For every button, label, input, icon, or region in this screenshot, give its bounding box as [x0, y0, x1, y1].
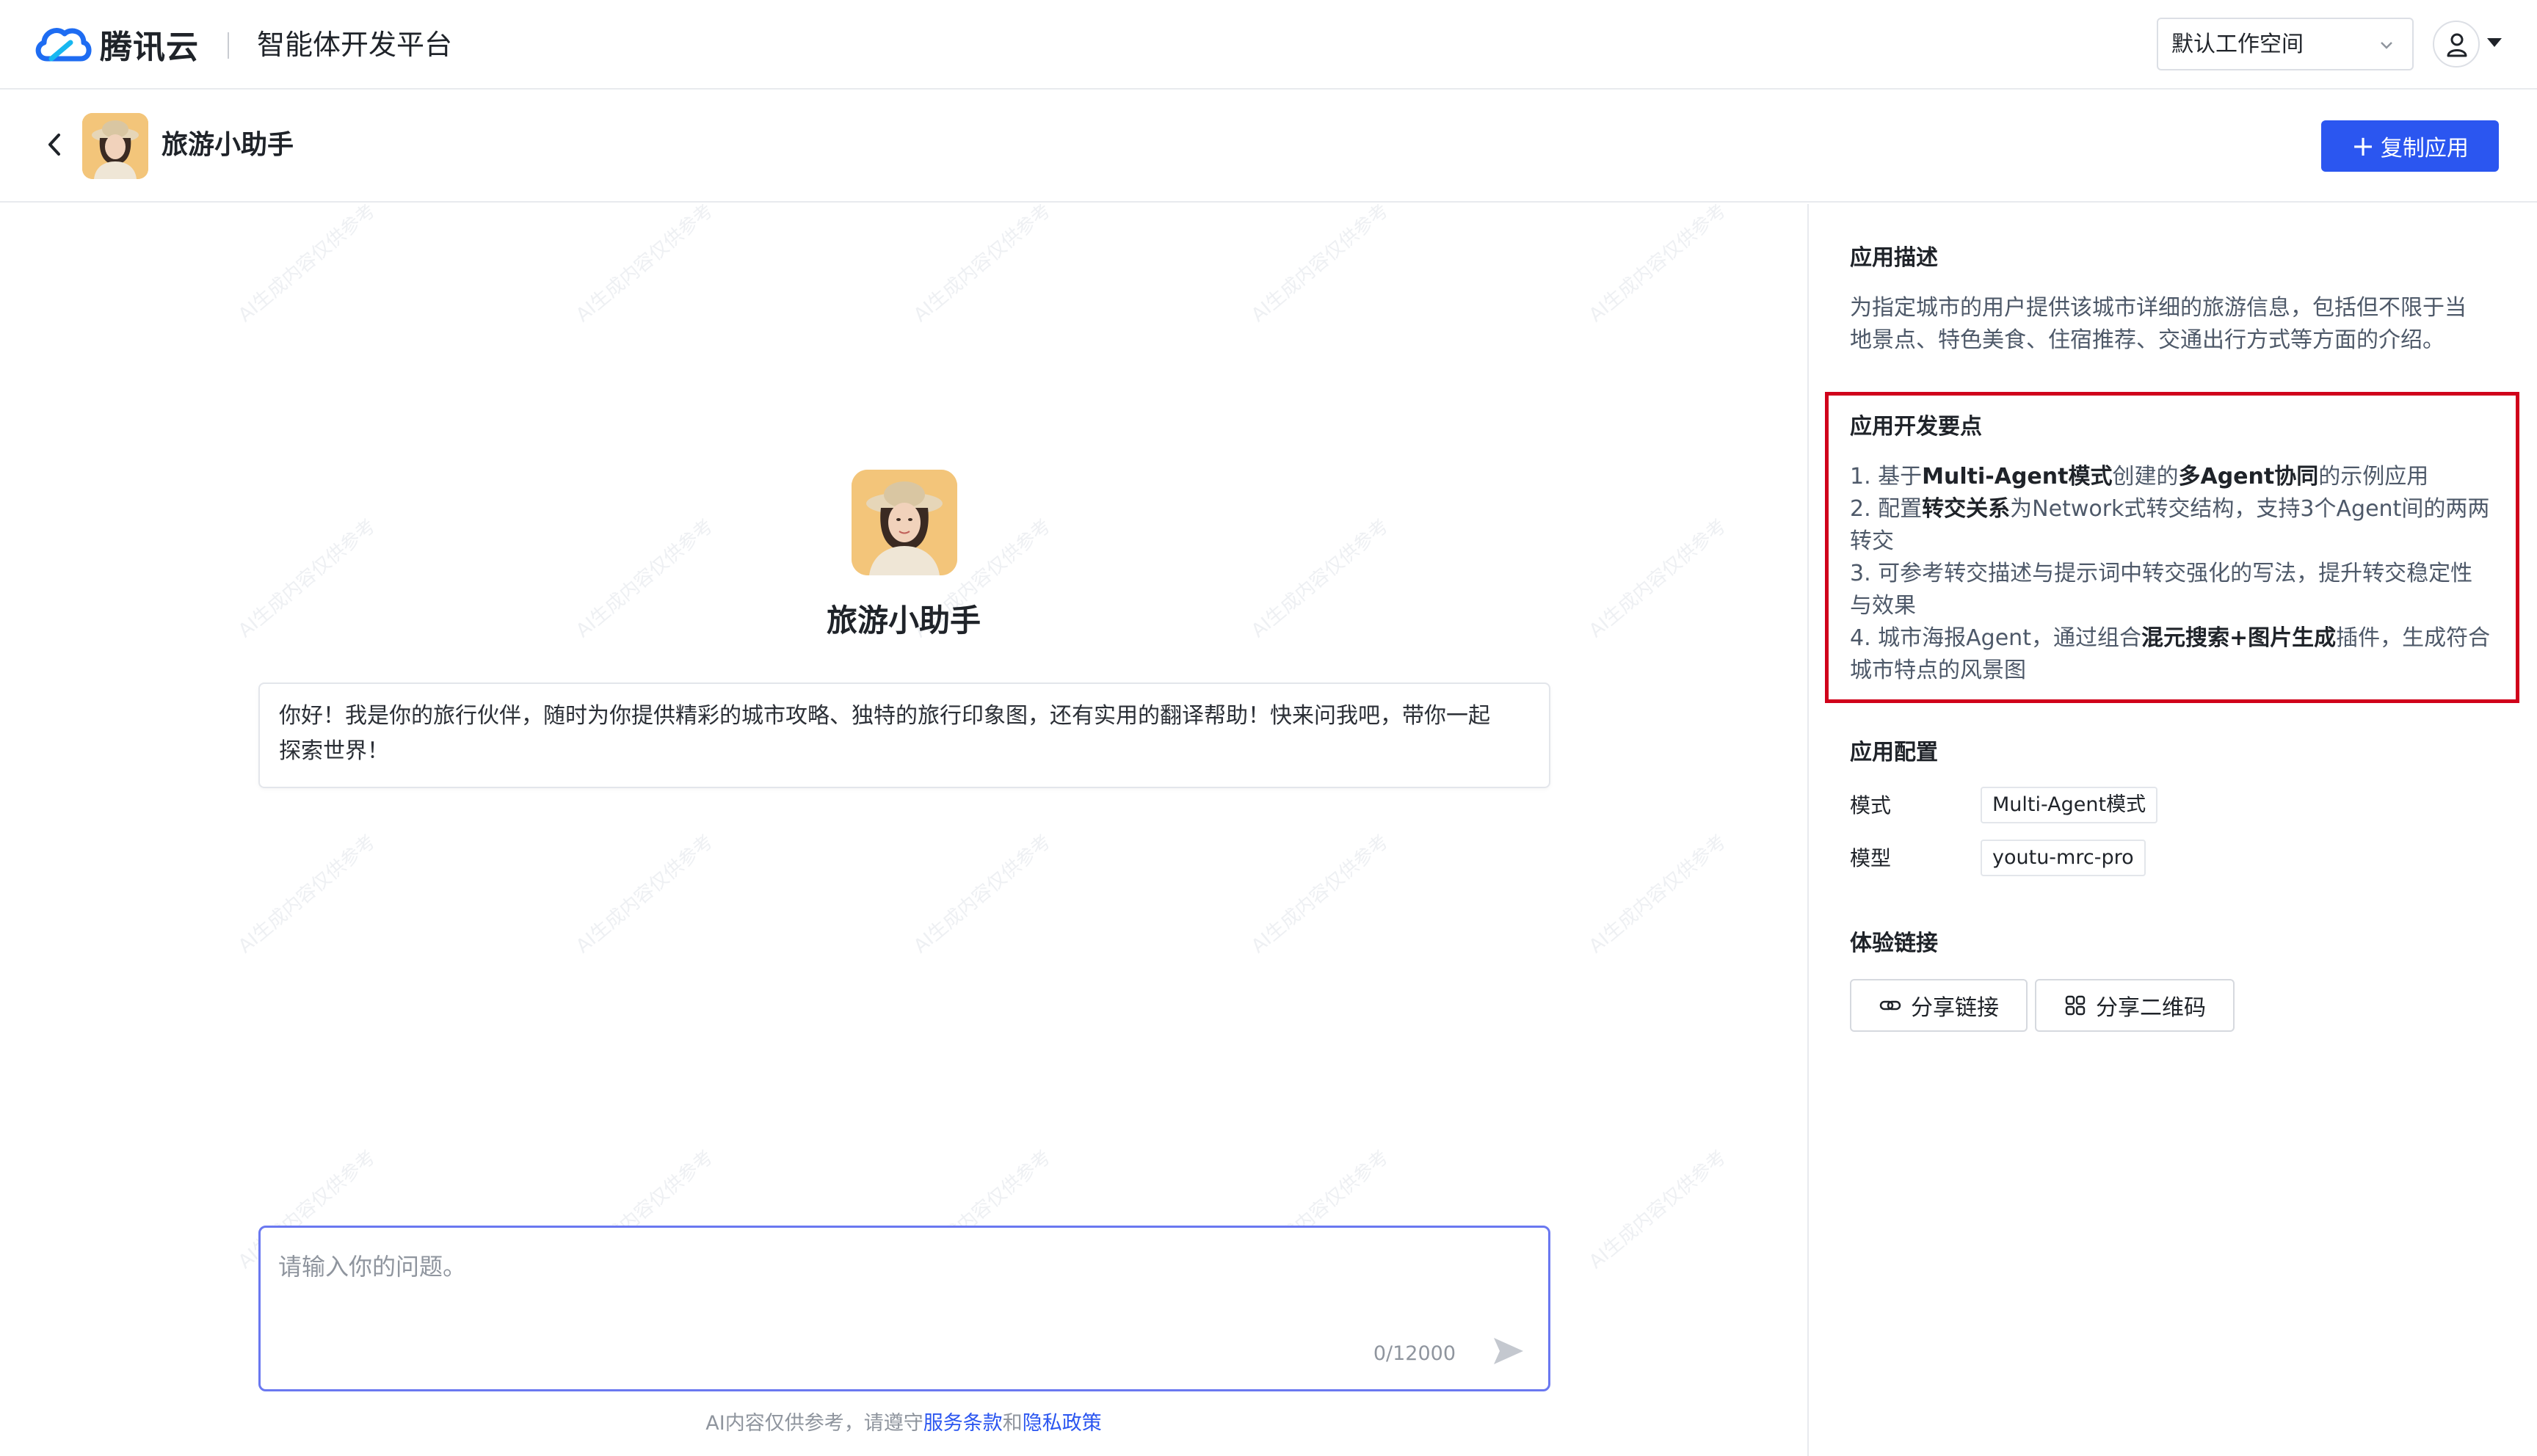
- config-mode-value: Multi-Agent模式: [1981, 787, 2158, 823]
- user-icon: [2447, 33, 2467, 57]
- question-input-placeholder: 请输入你的问题。: [278, 1253, 467, 1281]
- dev-point-4: 4. 城市海报Agent，通过组合混元搜索+图片生成插件，生成符合: [1850, 625, 2491, 651]
- watermark-text: AI生成内容仅供参考: [1247, 204, 1393, 327]
- watermark-text: AI生成内容仅供参考: [910, 204, 1056, 327]
- watermark-text: AI生成内容仅供参考: [910, 830, 1056, 958]
- dev-points-list: 1. 基于Multi-Agent模式创建的多Agent协同的示例应用 2. 配置…: [1850, 461, 2503, 687]
- description-line-2: 地景点、特色美食、住宿推荐、交通出行方式等方面的介绍。: [1850, 327, 2445, 353]
- watermark-text: AI生成内容仅供参考: [1585, 204, 1731, 327]
- question-input[interactable]: 请输入你的问题。 0/12000: [258, 1226, 1550, 1391]
- config-model-value: youtu-mrc-pro: [1981, 840, 2146, 876]
- header-divider: [228, 32, 229, 59]
- greeting-line-2: 探索世界！: [279, 738, 389, 764]
- dev-point-1: 1. 基于Multi-Agent模式创建的多Agent协同的示例应用: [1850, 464, 2429, 489]
- share-link-button[interactable]: 分享链接: [1850, 979, 2028, 1032]
- watermark-text: AI生成内容仅供参考: [572, 204, 718, 327]
- privacy-policy-link[interactable]: 隐私政策: [1023, 1412, 1102, 1435]
- disclaimer-and: 和: [1002, 1412, 1023, 1435]
- user-menu-caret-icon[interactable]: [2487, 38, 2502, 47]
- qrcode-icon: [2065, 995, 2086, 1016]
- app-info-panel: 应用描述 为指定城市的用户提供该城市详细的旅游信息，包括但不限于当 地景点、特色…: [1807, 204, 2537, 1456]
- char-counter: 0/12000: [1373, 1342, 1456, 1365]
- watermark-text: AI生成内容仅供参考: [1247, 830, 1393, 958]
- config-mode-label: 模式: [1850, 793, 1892, 818]
- watermark-text: AI生成内容仅供参考: [234, 204, 380, 327]
- description-line-1: 为指定城市的用户提供该城市详细的旅游信息，包括但不限于当: [1850, 295, 2467, 321]
- platform-title: 智能体开发平台: [257, 29, 453, 61]
- watermark-text: AI生成内容仅供参考: [234, 830, 380, 958]
- link-icon: [1879, 1000, 1901, 1011]
- app-title: 旅游小助手: [161, 130, 294, 160]
- dev-point-4-cont: 城市特点的风景图: [1850, 658, 2026, 683]
- description-title: 应用描述: [1850, 245, 1938, 271]
- share-qrcode-button[interactable]: 分享二维码: [2035, 979, 2235, 1032]
- send-icon[interactable]: [1491, 1333, 1526, 1369]
- dev-point-2-cont: 转交: [1850, 528, 1894, 554]
- cloud-logo-icon: [35, 28, 92, 62]
- watermark-text: AI生成内容仅供参考: [572, 830, 718, 958]
- experience-link-title: 体验链接: [1850, 931, 1938, 956]
- user-avatar-button[interactable]: [2433, 21, 2480, 68]
- ai-disclaimer: AI内容仅供参考，请遵守服务条款和隐私政策: [0, 1409, 1807, 1438]
- watermark-text: AI生成内容仅供参考: [1585, 1146, 1731, 1273]
- app-description: 为指定城市的用户提供该城市详细的旅游信息，包括但不限于当 地景点、特色美食、住宿…: [1850, 292, 2496, 357]
- terms-of-service-link[interactable]: 服务条款: [923, 1412, 1003, 1435]
- dev-point-3-cont: 与效果: [1850, 593, 1916, 619]
- app-avatar: [82, 113, 148, 179]
- chevron-down-icon: [2381, 42, 2392, 49]
- plus-icon: +: [2351, 130, 2375, 162]
- watermark-text: AI生成内容仅供参考: [1585, 830, 1731, 958]
- share-qrcode-label: 分享二维码: [2096, 995, 2206, 1021]
- brand-name: 腾讯云: [100, 29, 199, 66]
- assistant-name: 旅游小助手: [826, 603, 981, 638]
- greeting-message: 你好！我是你的旅行伙伴，随时为你提供精彩的城市攻略、独特的旅行印象图，还有实用的…: [258, 682, 1550, 788]
- copy-app-label: 复制应用: [2380, 136, 2469, 161]
- tencent-cloud-logo[interactable]: 腾讯云: [32, 21, 199, 68]
- share-link-label: 分享链接: [1911, 995, 1999, 1021]
- dev-point-3: 3. 可参考转交描述与提示词中转交强化的写法，提升转交稳定性: [1850, 561, 2473, 586]
- assistant-avatar: [852, 470, 957, 575]
- back-arrow-icon[interactable]: [38, 128, 72, 161]
- greeting-line-1: 你好！我是你的旅行伙伴，随时为你提供精彩的城市攻略、独特的旅行印象图，还有实用的…: [279, 703, 1490, 729]
- chat-area: AI生成内容仅供参考 AI生成内容仅供参考 AI生成内容仅供参考 AI生成内容仅供参考…: [0, 204, 1807, 1456]
- copy-app-button[interactable]: + 复制应用: [2321, 120, 2499, 172]
- workspace-label: 默认工作空间: [2171, 32, 2304, 57]
- dev-points-title: 应用开发要点: [1850, 414, 1982, 440]
- disclaimer-prefix: AI内容仅供参考，请遵守: [705, 1412, 923, 1435]
- dev-point-2: 2. 配置转交关系为Network式转交结构，支持3个Agent间的两两: [1850, 496, 2490, 522]
- app-header: 旅游小助手 + 复制应用: [0, 91, 2537, 203]
- top-navigation-bar: 腾讯云 智能体开发平台 默认工作空间: [0, 0, 2537, 90]
- workspace-select[interactable]: 默认工作空间: [2157, 18, 2414, 70]
- config-model-label: 模型: [1850, 846, 1892, 870]
- config-title: 应用配置: [1850, 740, 1938, 765]
